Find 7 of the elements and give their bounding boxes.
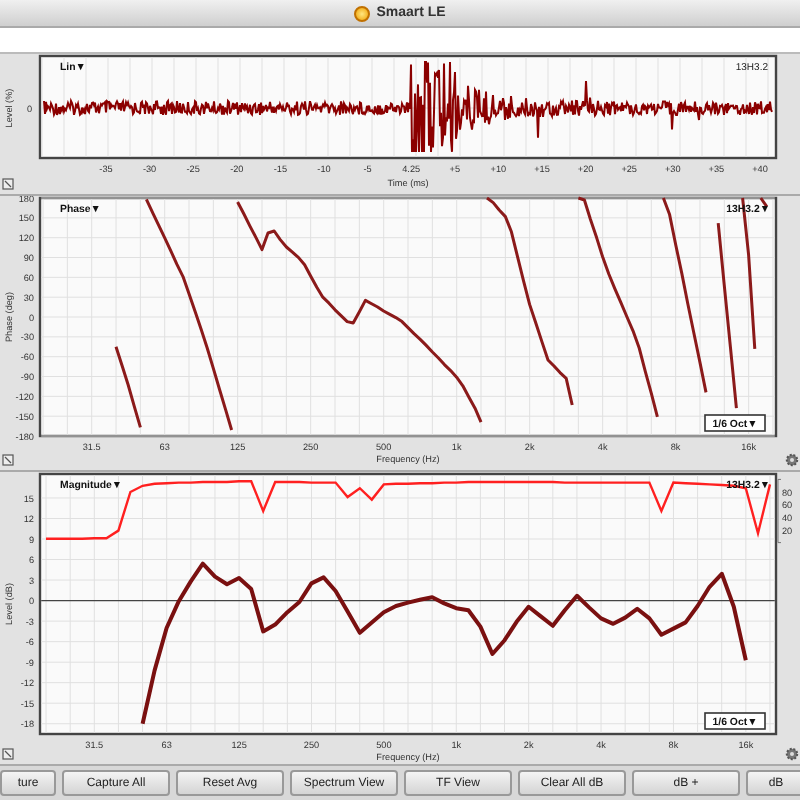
panel-toggle-icon[interactable] <box>2 454 14 466</box>
app-icon <box>354 5 371 21</box>
panel-toggle-icon[interactable] <box>2 178 14 190</box>
gear-icon[interactable] <box>785 453 799 467</box>
gear-icon[interactable] <box>785 747 799 761</box>
panel-toggle-icon[interactable] <box>2 748 14 760</box>
coherence-axis <box>777 478 782 544</box>
